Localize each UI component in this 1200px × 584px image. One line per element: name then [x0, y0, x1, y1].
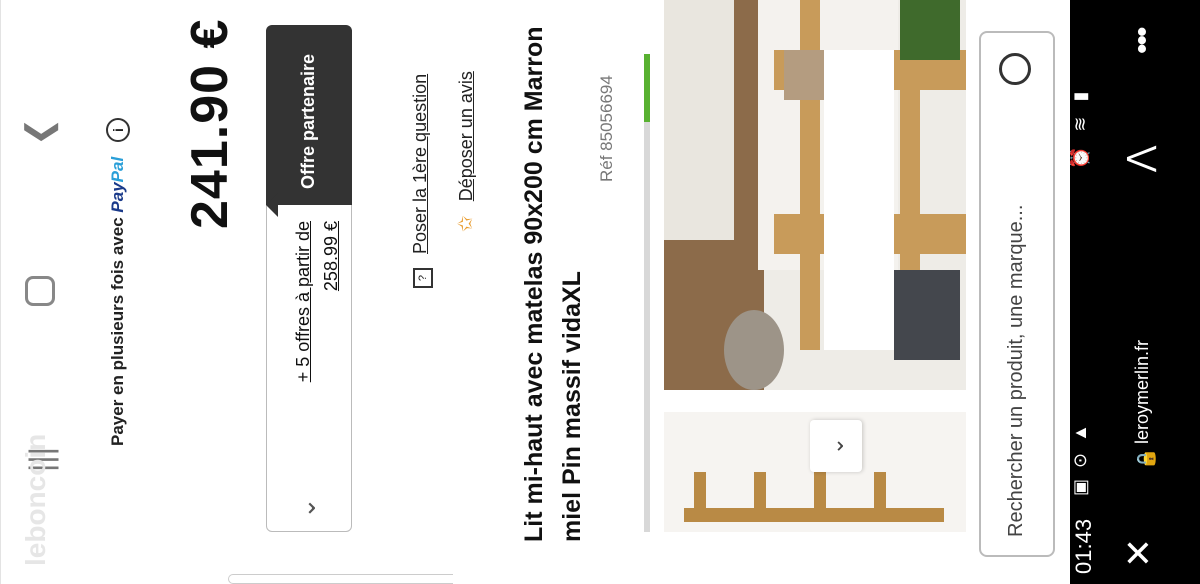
product-reference: Réf 85056694 [597, 75, 616, 182]
gallery-progress-track [644, 122, 650, 532]
product-title: Lit mi-haut avec matelas 90x200 cm Marro… [520, 26, 586, 542]
ask-question-label[interactable]: Poser la 1ère question [410, 74, 430, 254]
product-gallery: ⌄ [644, 0, 966, 532]
question-icon: ? [413, 268, 433, 288]
partner-offer-label: Offre partenaire [298, 53, 318, 189]
notification-icons: ▣ ⊙ ▲ [1070, 421, 1090, 496]
gallery-progress-indicator [644, 54, 650, 122]
write-review-label[interactable]: Déposer un avis [456, 71, 476, 201]
watermark: leboncoin [20, 433, 51, 566]
search-icon[interactable] [999, 53, 1031, 85]
share-icon[interactable]: ⋀ [1120, 146, 1158, 172]
search-input[interactable]: Rechercher un produit, une marque... [979, 31, 1055, 557]
lock-icon: 🔒 [1136, 447, 1156, 470]
star-icon: ✩ [455, 215, 477, 232]
paypal-logo: PayPal [108, 156, 127, 213]
chevron-down-icon[interactable]: ⌄ [291, 497, 322, 519]
write-review-link[interactable]: ✩ Déposer un avis [453, 71, 478, 232]
url-domain[interactable]: leroymerlin.fr [1132, 340, 1153, 444]
tag-arrow [266, 193, 278, 217]
search-placeholder: Rechercher un produit, une marque... [1005, 204, 1027, 537]
status-bar: 01:43 ▣ ⊙ ▲ ⏰ ≋ ▮ ✕ 🔒 leroymerlin.fr ⋀ •… [1070, 0, 1200, 584]
partner-offer-tag: Offre partenaire [266, 25, 352, 217]
installment-text: Payer en plusieurs fois avec [108, 217, 127, 446]
clock: 01:43 [1071, 518, 1096, 574]
close-icon[interactable]: ✕ [1118, 538, 1160, 568]
bed-illustration [664, 0, 966, 390]
browser-url-bar: ✕ 🔒 leroymerlin.fr ⋀ ••• [1110, 0, 1200, 584]
system-icons: ⏰ ≋ ▮ [1070, 86, 1090, 169]
product-price: 241.90 € [181, 18, 239, 229]
back-icon[interactable]: ❮ [19, 118, 59, 147]
thumbnail-expand-button[interactable]: ⌄ [810, 420, 862, 472]
info-icon[interactable]: i [106, 118, 130, 143]
other-offers-link[interactable]: + 5 offres à partir de 258.99 € [289, 221, 345, 441]
partner-offers-box[interactable]: Offre partenaire + 5 offres à partir de … [266, 25, 352, 532]
more-icon[interactable]: ••• [1126, 28, 1160, 54]
ask-question-link[interactable]: ? Poser la 1ère question [410, 74, 433, 288]
product-main-image[interactable] [664, 0, 966, 390]
installment-payment-info: Payer en plusieurs fois avec PayPal i [106, 118, 130, 446]
product-thumbnail[interactable]: ⌄ [664, 412, 966, 532]
bottom-sheet-peek[interactable] [228, 574, 453, 584]
home-icon[interactable] [25, 276, 55, 306]
phone-screen: 01:43 ▣ ⊙ ▲ ⏰ ≋ ▮ ✕ 🔒 leroymerlin.fr ⋀ •… [0, 0, 1200, 584]
